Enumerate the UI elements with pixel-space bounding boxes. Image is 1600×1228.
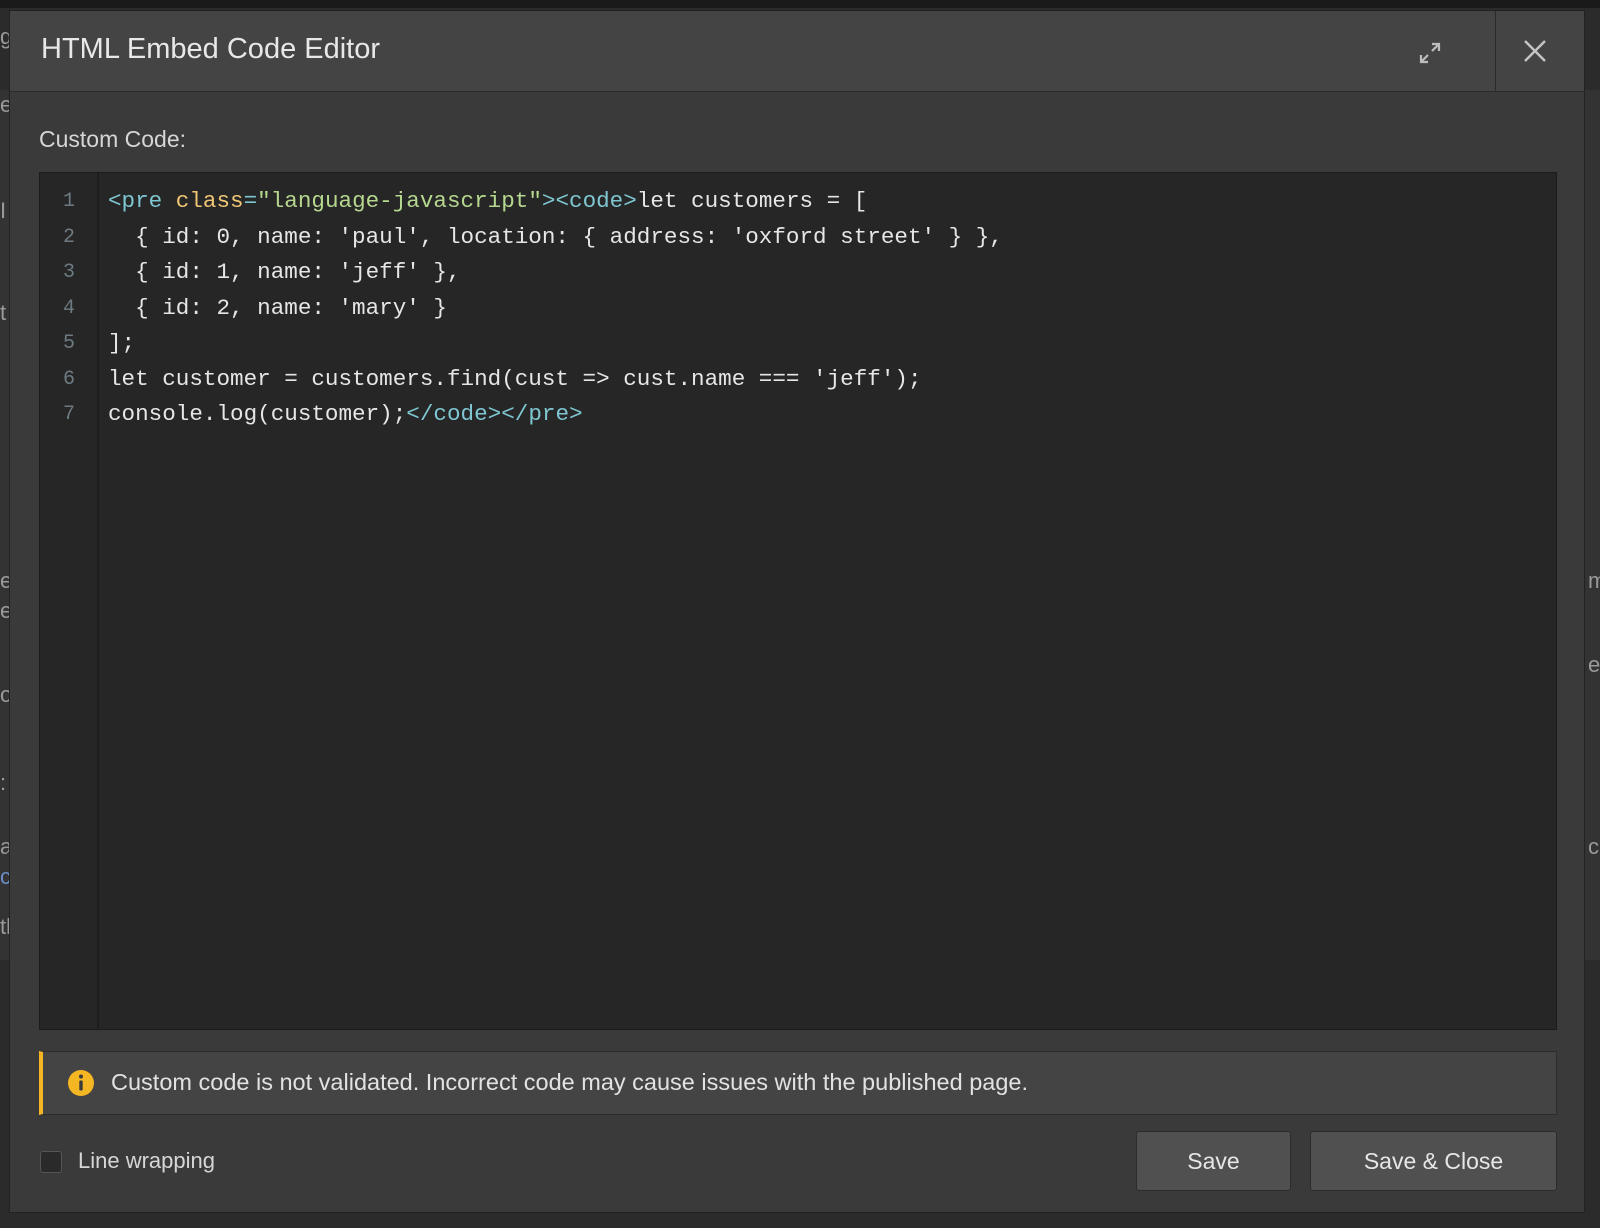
save-button[interactable]: Save bbox=[1136, 1131, 1291, 1191]
code-token: let customers = [ bbox=[636, 188, 868, 214]
line-wrapping-label[interactable]: Line wrapping bbox=[78, 1148, 215, 1174]
code-token: { id: 1, name: 'jeff' }, bbox=[108, 259, 461, 285]
code-line[interactable]: console.log(customer);</code></pre> bbox=[108, 397, 583, 433]
modal-title: HTML Embed Code Editor bbox=[41, 33, 381, 65]
html-embed-modal: HTML Embed Code Editor Custom Code: 1 2 3 4… bbox=[9, 10, 1585, 1213]
background-text: e bbox=[1588, 652, 1600, 677]
code-line[interactable]: { id: 1, name: 'jeff' }, bbox=[108, 255, 461, 291]
line-number-gutter: 1 2 3 4 5 6 7 bbox=[40, 173, 99, 1029]
background-right-panel bbox=[1584, 90, 1600, 960]
code-line[interactable]: { id: 2, name: 'mary' } bbox=[108, 291, 447, 327]
code-token: ]; bbox=[108, 330, 136, 356]
code-token: { id: 0, name: 'paul', location: { addre… bbox=[108, 223, 1003, 250]
code-editor[interactable]: 1 2 3 4 5 6 7 <pre class="language-javascript"… bbox=[39, 172, 1557, 1030]
line-number: 5 bbox=[62, 332, 75, 355]
code-token: ><code> bbox=[541, 188, 637, 214]
expand-icon bbox=[1419, 42, 1441, 64]
header-divider bbox=[1495, 11, 1496, 91]
code-line[interactable]: { id: 0, name: 'paul', location: { addre… bbox=[108, 220, 1003, 256]
code-token: "language-javascript" bbox=[257, 188, 542, 214]
code-token: class bbox=[175, 188, 244, 214]
background-text: t bbox=[0, 300, 7, 325]
custom-code-label: Custom Code: bbox=[39, 126, 187, 152]
code-token: console.log(customer); bbox=[108, 401, 407, 427]
code-line[interactable]: <pre class="language-javascript"><code>l… bbox=[108, 184, 867, 220]
code-token: = bbox=[243, 188, 258, 214]
code-token: { id: 2, name: 'mary' } bbox=[108, 294, 447, 321]
expand-button[interactable] bbox=[1410, 33, 1450, 73]
background-top-bar bbox=[0, 0, 1600, 8]
validation-notice: Custom code is not validated. Incorrect … bbox=[39, 1051, 1557, 1115]
background-text: : bbox=[0, 770, 7, 795]
save-and-close-button[interactable]: Save & Close bbox=[1310, 1131, 1557, 1191]
line-number: 3 bbox=[62, 261, 75, 284]
background-text: c bbox=[1588, 834, 1599, 859]
code-token: </code></pre> bbox=[406, 401, 583, 427]
line-number: 1 bbox=[62, 190, 75, 213]
line-wrapping-checkbox[interactable] bbox=[40, 1151, 62, 1173]
code-line[interactable]: ]; bbox=[108, 326, 135, 362]
close-button[interactable] bbox=[1515, 31, 1555, 71]
modal-header: HTML Embed Code Editor bbox=[10, 11, 1584, 92]
line-number: 6 bbox=[62, 367, 75, 391]
line-number: 7 bbox=[62, 403, 75, 426]
info-icon bbox=[68, 1070, 94, 1096]
line-number: 2 bbox=[62, 225, 75, 249]
code-line[interactable]: let customer = customers.find(cust => cu… bbox=[108, 362, 922, 398]
code-token: let customer = customers.find(cust => cu… bbox=[108, 365, 922, 392]
close-icon bbox=[1524, 40, 1546, 62]
background-text: m bbox=[1588, 568, 1600, 593]
code-token: <pre bbox=[108, 188, 176, 214]
notice-text: Custom code is not validated. Incorrect … bbox=[111, 1069, 1029, 1095]
background-text: I bbox=[0, 198, 7, 223]
line-number: 4 bbox=[62, 296, 75, 320]
